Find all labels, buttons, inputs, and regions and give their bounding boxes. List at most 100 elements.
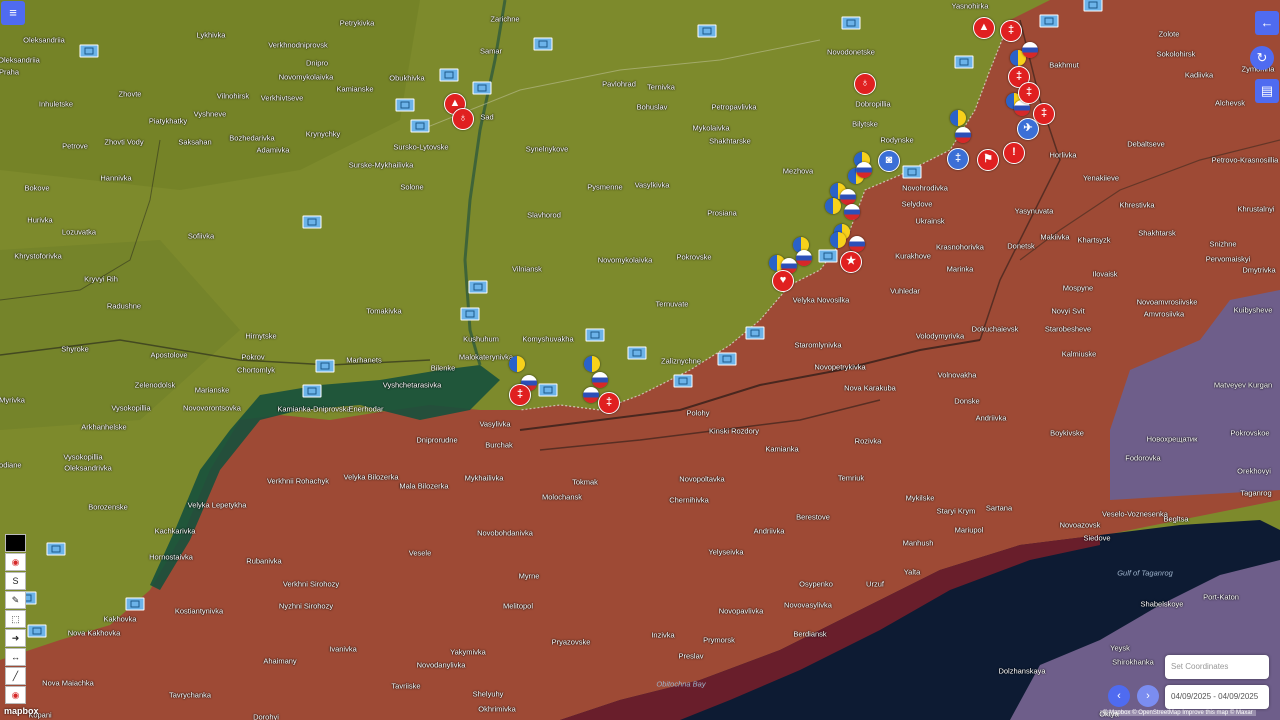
place-label: Fodorovka	[1125, 453, 1161, 463]
place-label: Bohuslav	[636, 102, 668, 112]
facility-icon[interactable]	[841, 16, 861, 30]
mapbox-logo[interactable]: mapbox	[4, 706, 39, 716]
place-label: Kamianka-Dniprovska	[277, 404, 351, 414]
place-label: Sokolohirsk	[1156, 49, 1196, 59]
facility-icon[interactable]	[673, 374, 693, 388]
attack-marker-icon[interactable]: ♁	[452, 108, 474, 130]
attack-marker-icon[interactable]: ★	[840, 251, 862, 273]
facility-icon[interactable]	[697, 24, 717, 38]
prev-date-button[interactable]: ‹	[1108, 685, 1130, 707]
facility-icon[interactable]	[717, 352, 737, 366]
facility-icon[interactable]	[538, 383, 558, 397]
russian-unit-icon[interactable]	[583, 387, 599, 403]
draw-tool-button[interactable]: S	[5, 572, 26, 590]
attack-marker-icon[interactable]: ♥	[772, 270, 794, 292]
place-label: Dmytrivka	[1242, 265, 1276, 275]
place-label: Dolzhanskaya	[998, 666, 1046, 676]
menu-button[interactable]: ≡	[1, 1, 25, 25]
ukrainian-unit-icon[interactable]	[950, 110, 966, 126]
date-range-picker[interactable]: 04/09/2025 - 04/09/2025	[1165, 685, 1269, 709]
draw-tool-button[interactable]: ↔	[5, 648, 26, 666]
place-label: Pokrovskoe	[1230, 428, 1270, 438]
ukrainian-event-icon[interactable]: ‡	[947, 148, 969, 170]
place-label: Chortomlyk	[237, 365, 275, 375]
attack-marker-icon[interactable]: ‡	[598, 392, 620, 414]
attack-marker-icon[interactable]: ⚑	[977, 149, 999, 171]
attack-marker-icon[interactable]: ‡	[1018, 82, 1040, 104]
facility-icon[interactable]	[902, 165, 922, 179]
attack-marker-icon[interactable]: ♁	[854, 73, 876, 95]
russian-unit-icon[interactable]	[844, 204, 860, 220]
ukrainian-unit-icon[interactable]	[830, 232, 846, 248]
facility-icon[interactable]	[1083, 0, 1103, 12]
place-label: Zhovte	[118, 89, 142, 99]
facility-icon[interactable]	[627, 346, 647, 360]
place-label: Myrne	[518, 571, 540, 581]
ukrainian-event-icon[interactable]: ✈	[1017, 118, 1039, 140]
place-label: Staryi Krym	[936, 506, 976, 516]
coordinates-input[interactable]: Set Coordinates	[1165, 655, 1269, 679]
back-button[interactable]: ←	[1255, 11, 1279, 35]
place-label: Vasylkivka	[634, 180, 670, 190]
facility-icon[interactable]	[954, 55, 974, 69]
facility-icon[interactable]	[745, 326, 765, 340]
russian-unit-icon[interactable]	[592, 372, 608, 388]
place-label: Vysokopillia	[63, 452, 103, 462]
place-label: Shakhtarske	[709, 136, 751, 146]
attack-marker-icon[interactable]: ‡	[509, 384, 531, 406]
next-date-button[interactable]: ›	[1137, 685, 1159, 707]
place-label: Novoazovsk	[1059, 520, 1101, 530]
place-label: Shyroke	[61, 344, 89, 354]
russian-unit-icon[interactable]	[1022, 42, 1038, 58]
facility-icon[interactable]	[410, 119, 430, 133]
russian-unit-icon[interactable]	[840, 189, 856, 205]
facility-icon[interactable]	[468, 280, 488, 294]
map-canvas[interactable]: Zarichne Petrykivka Lykhivka Verkhnodniprov…	[0, 0, 1280, 720]
facility-icon[interactable]	[1039, 14, 1059, 28]
ukrainian-unit-icon[interactable]	[825, 198, 841, 214]
place-label: Marianske	[194, 385, 230, 395]
facility-icon[interactable]	[472, 81, 492, 95]
facility-icon[interactable]	[302, 384, 322, 398]
facility-icon[interactable]	[818, 249, 838, 263]
ukrainian-unit-icon[interactable]	[509, 356, 525, 372]
refresh-button[interactable]: ↻	[1250, 46, 1274, 70]
draw-tool-button[interactable]: ◉	[5, 553, 26, 571]
facility-icon[interactable]	[395, 98, 415, 112]
russian-unit-icon[interactable]	[796, 250, 812, 266]
ukrainian-unit-icon[interactable]	[584, 356, 600, 372]
attack-marker-icon[interactable]: !	[1003, 142, 1025, 164]
place-label: Polohy	[686, 408, 710, 418]
place-label: Khrestivka	[1119, 200, 1155, 210]
place-label: Yasynuvata	[1014, 206, 1054, 216]
draw-tool-button[interactable]: ➜	[5, 629, 26, 647]
map-attribution[interactable]: © Mapbox © OpenStreetMap Improve this ma…	[1100, 710, 1256, 716]
layers-button[interactable]: ▤	[1255, 79, 1279, 103]
ukrainian-event-icon[interactable]: ◙	[878, 150, 900, 172]
russian-unit-icon[interactable]	[856, 162, 872, 178]
draw-tool-button[interactable]: ╱	[5, 667, 26, 685]
facility-icon[interactable]	[585, 328, 605, 342]
place-label: Horlivka	[1049, 150, 1077, 160]
facility-icon[interactable]	[439, 68, 459, 82]
facility-icon[interactable]	[460, 307, 480, 321]
russian-unit-icon[interactable]	[849, 236, 865, 252]
draw-tool-button[interactable]: ◉	[5, 686, 26, 704]
russian-unit-icon[interactable]	[955, 127, 971, 143]
attack-marker-icon[interactable]: ▲	[973, 17, 995, 39]
facility-icon[interactable]	[27, 624, 47, 638]
place-label: Tavriiske	[391, 681, 421, 691]
place-label: Volnovakha	[937, 370, 977, 380]
facility-icon[interactable]	[315, 359, 335, 373]
facility-icon[interactable]	[46, 542, 66, 556]
draw-tool-button[interactable]: ■	[5, 534, 26, 552]
facility-icon[interactable]	[302, 215, 322, 229]
place-label: Sartana	[985, 503, 1013, 513]
place-label: Vodiane	[0, 460, 22, 470]
attack-marker-icon[interactable]: ‡	[1000, 20, 1022, 42]
facility-icon[interactable]	[79, 44, 99, 58]
draw-tool-button[interactable]: ✎	[5, 591, 26, 609]
facility-icon[interactable]	[533, 37, 553, 51]
facility-icon[interactable]	[125, 597, 145, 611]
draw-tool-button[interactable]: ⬚	[5, 610, 26, 628]
